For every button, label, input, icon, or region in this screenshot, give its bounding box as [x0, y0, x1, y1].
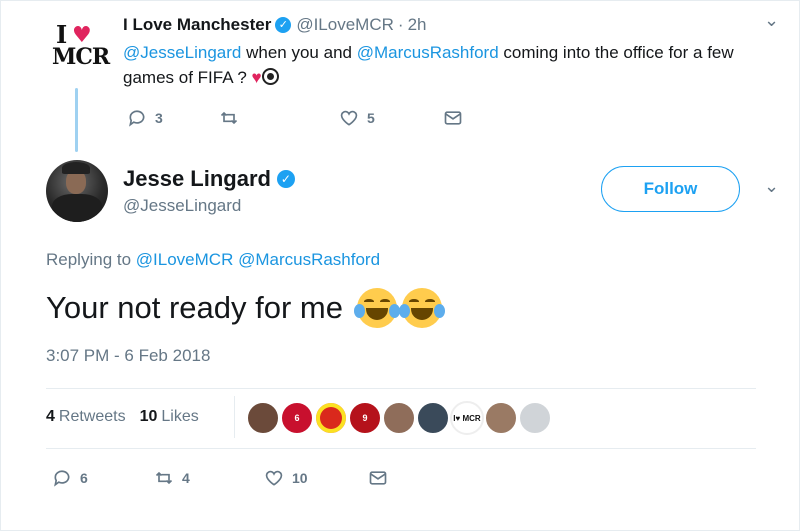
parent-tweet-actions: 3 5 — [127, 108, 487, 132]
heart-icon — [265, 470, 283, 486]
liker-avatar-icon[interactable] — [416, 401, 450, 435]
envelope-icon — [369, 471, 387, 485]
parent-timestamp[interactable]: 2h — [408, 15, 427, 35]
reply-author-name-row: Jesse Lingard ✓ — [123, 166, 300, 192]
like-button[interactable]: 5 — [339, 108, 375, 128]
verified-badge-icon: ✓ — [276, 170, 295, 188]
liker-avatar-icon[interactable]: 9 — [348, 401, 382, 435]
liker-avatar-icon[interactable] — [246, 401, 280, 435]
retweet-button[interactable]: 4 — [154, 468, 190, 488]
reply-display-name[interactable]: Jesse Lingard — [123, 166, 271, 192]
mention-link[interactable]: @JesseLingard — [123, 43, 241, 62]
reply-count: 6 — [80, 470, 88, 486]
verified-badge-icon: ✓ — [275, 17, 292, 33]
retweet-icon — [155, 471, 173, 485]
reply-tweet-actions: 6 4 10 — [52, 468, 412, 492]
tears-of-joy-emoji-icon — [398, 288, 445, 328]
replying-to-line: Replying to @ILoveMCR @MarcusRashford — [46, 250, 380, 270]
mention-link[interactable]: @MarcusRashford — [357, 43, 499, 62]
liker-avatar-icon[interactable] — [382, 401, 416, 435]
tears-of-joy-emoji-icon — [353, 288, 400, 328]
like-count: 10 — [292, 470, 308, 486]
like-count: 5 — [367, 110, 375, 126]
tweet-stats: 4 Retweets 10 Likes — [46, 408, 199, 426]
retweets-label: Retweets — [58, 408, 126, 425]
divider — [46, 388, 756, 389]
header-separator: · — [397, 15, 404, 34]
likes-stat[interactable]: 10 Likes — [140, 408, 199, 426]
red-heart-emoji-icon: ♥ — [251, 68, 262, 87]
thread-connector — [75, 88, 78, 152]
retweet-button[interactable] — [219, 108, 247, 128]
parent-more-chevron-down-icon[interactable]: ⌄ — [764, 10, 779, 31]
retweet-icon — [220, 111, 238, 125]
tweet-text-part: when you and — [241, 43, 357, 62]
likes-label: Likes — [161, 408, 199, 425]
reply-button[interactable]: 6 — [52, 468, 88, 488]
parent-display-name[interactable]: I Love Manchester — [123, 15, 271, 35]
follow-button[interactable]: Follow — [601, 166, 740, 212]
divider — [46, 448, 756, 449]
direct-message-button[interactable] — [368, 468, 388, 488]
avatar-body — [52, 194, 102, 222]
reply-more-chevron-down-icon[interactable]: ⌄ — [764, 176, 779, 197]
liker-mcr-logo-icon[interactable]: I♥ MCR — [450, 401, 484, 435]
heart-icon — [340, 110, 358, 126]
parent-avatar-logo[interactable]: I ♥ MCR — [50, 20, 110, 72]
mention-link[interactable]: @MarcusRashford — [238, 250, 380, 269]
reply-icon — [129, 110, 145, 127]
reply-timestamp[interactable]: 3:07 PM - 6 Feb 2018 — [46, 346, 210, 366]
liker-avatar-icon[interactable] — [518, 401, 552, 435]
direct-message-button[interactable] — [443, 108, 463, 128]
stats-separator — [234, 396, 235, 438]
reply-tweet-text: Your not ready for me — [46, 288, 445, 328]
liker-avatar-icon[interactable]: 6 — [280, 401, 314, 435]
like-button[interactable]: 10 — [264, 468, 308, 488]
parent-tweet-text: @JesseLingard when you and @MarcusRashfo… — [123, 40, 763, 90]
envelope-icon — [444, 111, 462, 125]
avatar-hat — [62, 162, 90, 174]
retweets-stat[interactable]: 4 Retweets — [46, 408, 126, 426]
reply-author-avatar[interactable] — [46, 160, 108, 222]
reply-count: 3 — [155, 110, 163, 126]
reply-button[interactable]: 3 — [127, 108, 163, 128]
replying-prefix: Replying to — [46, 250, 136, 269]
reply-handle[interactable]: @JesseLingard — [123, 196, 241, 216]
parent-handle[interactable]: @ILoveMCR — [296, 15, 394, 35]
logo-text: MCR — [52, 44, 110, 70]
reply-text: Your not ready for me — [46, 290, 343, 325]
liker-avatar-icon[interactable] — [484, 401, 518, 435]
retweet-count: 4 — [182, 470, 190, 486]
liker-club-crest-icon[interactable] — [314, 401, 348, 435]
retweets-count: 4 — [46, 408, 55, 425]
reply-icon — [54, 470, 70, 487]
parent-tweet-header: I Love Manchester ✓ @ILoveMCR · 2h — [123, 14, 426, 36]
likes-count: 10 — [139, 408, 158, 425]
soccer-ball-emoji-icon — [261, 68, 279, 85]
mention-link[interactable]: @ILoveMCR — [136, 250, 234, 269]
